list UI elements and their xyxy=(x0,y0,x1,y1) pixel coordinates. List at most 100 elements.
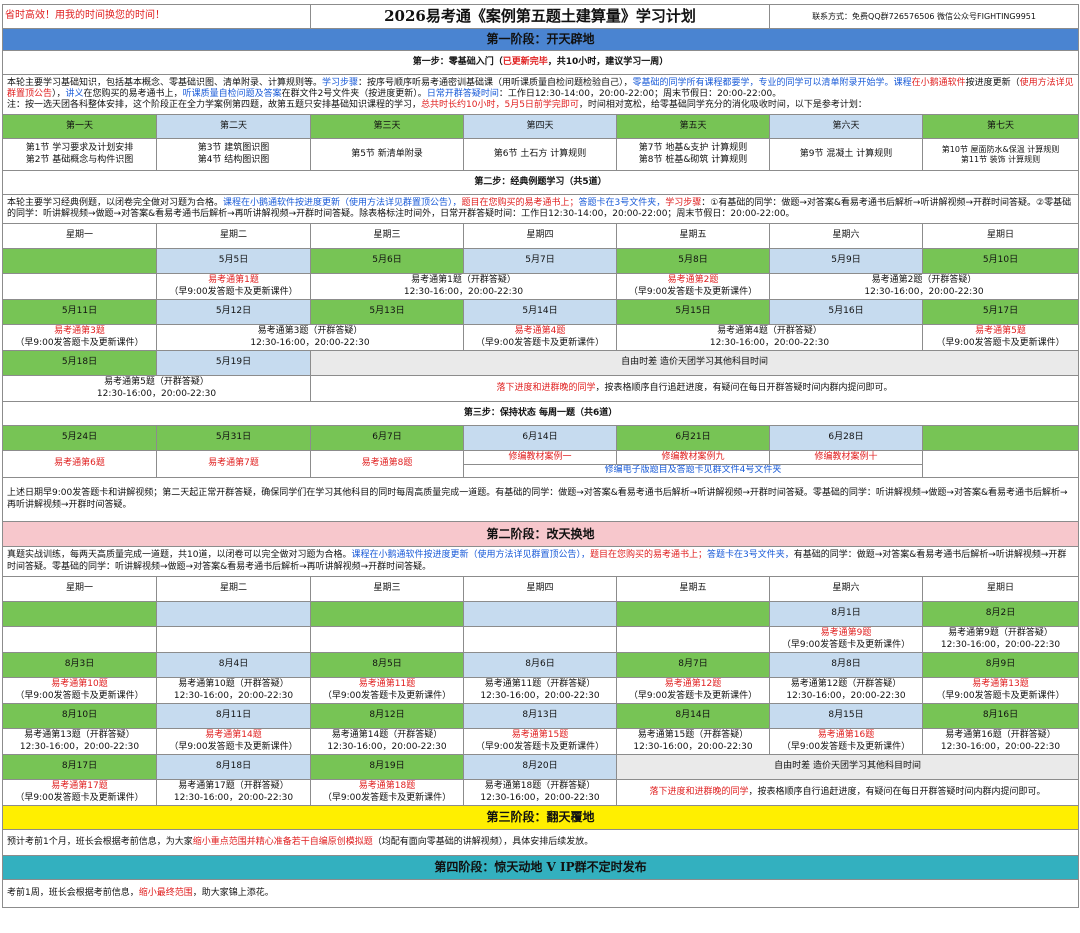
task-cell: 易考通第10题 （早9:00发答题卡及更新课件） xyxy=(2,677,157,704)
task-cell: 易考通第18题 （早9:00发答题卡及更新课件） xyxy=(310,779,464,806)
task-cell: 易考通第16题（开群答疑） 12:30-16:00，20:00-22:30 xyxy=(922,728,1080,755)
lesson-cell: 第9节 混凝土 计算规则 xyxy=(769,138,924,171)
date-cell: 6月28日 xyxy=(769,425,924,451)
date-cell: 8月7日 xyxy=(615,652,771,678)
lesson-cell: 第3节 建筑图识图 第4节 结构图识图 xyxy=(156,138,311,171)
day-header: 第一天 xyxy=(2,114,157,139)
lesson-cell: 第1节 学习要求及计划安排 第2节 基础概念与构件识图 xyxy=(2,138,157,171)
task-cell: 易考通第1题 （早9:00发答题卡及更新课件） xyxy=(156,273,311,300)
empty-cell xyxy=(310,626,464,653)
task-cell: 易考通第15题 （早9:00发答题卡及更新课件） xyxy=(463,728,617,755)
date-cell: 5月16日 xyxy=(769,299,924,325)
lesson-cell: 第7节 地基&支护 计算规则 第8节 桩基&砌筑 计算规则 xyxy=(615,138,771,171)
date-cell xyxy=(310,601,464,627)
empty-cell xyxy=(2,273,157,300)
stage1-description: 本轮主要学习基础知识，包括基本概念、零基础识图、清单附录、计算规则等。学习步骤：… xyxy=(1,74,1080,115)
date-cell: 8月11日 xyxy=(156,703,311,729)
task-cell: 易考通第3题（开群答疑） 12:30-16:00，20:00-22:30 xyxy=(156,324,464,351)
date-cell xyxy=(2,601,157,627)
date-cell: 5月10日 xyxy=(922,248,1080,274)
day-header: 第二天 xyxy=(156,114,311,139)
empty-cell xyxy=(615,626,771,653)
date-cell: 8月9日 xyxy=(922,652,1080,678)
weekday-header: 星期日 xyxy=(922,576,1080,602)
day-header: 第六天 xyxy=(769,114,924,139)
date-cell: 5月13日 xyxy=(310,299,464,325)
stage2-header: 第二阶段：改天换地 xyxy=(1,521,1080,547)
task-cell: 易考通第7题 xyxy=(156,450,311,478)
task-cell: 易考通第3题 （早9:00发答题卡及更新课件） xyxy=(2,324,157,351)
task-cell: 易考通第11题 （早9:00发答题卡及更新课件） xyxy=(310,677,464,704)
weekday-header: 星期四 xyxy=(463,576,617,602)
stage4-description: 考前1周，班长会根据考前信息，缩小最终范围，助大家锦上添花。 xyxy=(1,879,1080,908)
weekday-header: 星期五 xyxy=(615,576,771,602)
catch-up-note: 落下进度和进群晚的同学，按表格顺序自行追赶进度，有疑问在每日开群答疑时间内群内提… xyxy=(309,375,1080,402)
day-header: 第四天 xyxy=(463,114,617,139)
task-cell: 易考通第2题 （早9:00发答题卡及更新课件） xyxy=(615,273,771,300)
slogan: 省时高效！用我的时间换您的时间！ xyxy=(2,4,311,29)
step3-title: 第三步：保持状态 每周一题（共6道） xyxy=(1,401,1080,426)
date-cell: 8月15日 xyxy=(769,703,924,729)
stage3-header: 第三阶段：翻天覆地 xyxy=(1,805,1080,830)
date-cell: 8月13日 xyxy=(463,703,617,729)
date-cell: 5月12日 xyxy=(156,299,311,325)
task-cell: 易考通第17题 （早9:00发答题卡及更新课件） xyxy=(2,779,157,806)
task-cell: 易考通第13题（开群答疑） 12:30-16:00，20:00-22:30 xyxy=(2,728,157,755)
date-cell: 5月5日 xyxy=(156,248,311,274)
task-cell: 修编教材案例十 xyxy=(769,450,924,465)
step1-title: 第一步：零基础入门（已更新完毕，共10小时，建议学习一周） xyxy=(1,50,1080,75)
contact-info: 联系方式：免费QQ群726576506 微信公众号FIGHTING9951 xyxy=(769,4,1080,29)
weekday-header: 星期六 xyxy=(769,576,924,602)
task-cell: 易考通第10题（开群答疑） 12:30-16:00，20:00-22:30 xyxy=(156,677,311,704)
page-title: 2026易考通《案例第五题土建算量》学习计划 xyxy=(309,4,771,29)
date-cell: 8月19日 xyxy=(310,754,464,780)
empty-cell xyxy=(2,626,157,653)
date-cell: 8月20日 xyxy=(463,754,617,780)
task-cell: 易考通第4题（开群答疑） 12:30-16:00，20:00-22:30 xyxy=(615,324,924,351)
task-cell: 易考通第4题 （早9:00发答题卡及更新课件） xyxy=(463,324,617,351)
empty-cell xyxy=(156,626,311,653)
task-cell: 修编教材案例九 xyxy=(615,450,771,465)
revised-note: 修编电子版题目及答题卡见群文件4号文件夹 xyxy=(462,464,924,478)
catch-up-note: 落下进度和进群晚的同学，按表格顺序自行追赶进度，有疑问在每日开群答疑时间内群内提… xyxy=(615,779,1080,806)
step2-description: 本轮主要学习经典例题，以闭卷完全做对习题为合格。课程在小鹅通软件按进度更新（使用… xyxy=(1,194,1080,224)
date-cell: 5月9日 xyxy=(769,248,924,274)
weekday-header: 星期一 xyxy=(2,576,157,602)
task-cell: 易考通第12题 （早9:00发答题卡及更新课件） xyxy=(615,677,771,704)
date-cell: 5月8日 xyxy=(615,248,771,274)
lesson-cell: 第10节 屋面防水&保温 计算规则 第11节 装饰 计算规则 xyxy=(922,138,1080,171)
date-cell: 8月4日 xyxy=(156,652,311,678)
date-cell: 8月12日 xyxy=(310,703,464,729)
date-cell: 6月21日 xyxy=(615,425,771,451)
date-cell: 5月7日 xyxy=(463,248,617,274)
task-cell: 易考通第1题（开群答疑） 12:30-16:00，20:00-22:30 xyxy=(310,273,617,300)
weekday-header: 星期三 xyxy=(310,576,464,602)
task-cell: 易考通第6题 xyxy=(2,450,157,478)
date-cell: 8月16日 xyxy=(922,703,1080,729)
date-cell: 5月19日 xyxy=(156,350,311,376)
date-cell xyxy=(156,601,311,627)
task-cell: 易考通第2题（开群答疑） 12:30-16:00，20:00-22:30 xyxy=(769,273,1080,300)
task-cell: 易考通第5题（开群答疑） 12:30-16:00，20:00-22:30 xyxy=(2,375,311,402)
date-cell: 5月14日 xyxy=(463,299,617,325)
date-cell: 8月10日 xyxy=(2,703,157,729)
task-cell: 易考通第16题 （早9:00发答题卡及更新课件） xyxy=(769,728,924,755)
step2-title: 第二步：经典例题学习（共5道） xyxy=(1,170,1080,195)
weekday-header: 星期六 xyxy=(769,223,924,249)
date-cell: 8月3日 xyxy=(2,652,157,678)
weekday-header: 星期二 xyxy=(156,223,311,249)
free-time-cell: 自由时差 造价天团学习其他科目时间 xyxy=(615,754,1080,780)
task-cell: 易考通第14题（开群答疑） 12:30-16:00，20:00-22:30 xyxy=(310,728,464,755)
date-cell: 8月1日 xyxy=(769,601,924,627)
date-cell: 8月5日 xyxy=(310,652,464,678)
task-cell: 易考通第15题（开群答疑） 12:30-16:00，20:00-22:30 xyxy=(615,728,771,755)
empty-cell xyxy=(922,450,1080,478)
date-cell: 8月2日 xyxy=(922,601,1080,627)
task-cell: 修编教材案例一 xyxy=(463,450,617,465)
date-cell xyxy=(922,425,1080,451)
task-cell: 易考通第9题 （早9:00发答题卡及更新课件） xyxy=(769,626,924,653)
date-cell xyxy=(615,601,771,627)
date-cell: 8月8日 xyxy=(769,652,924,678)
date-cell: 8月17日 xyxy=(2,754,157,780)
task-cell: 易考通第14题 （早9:00发答题卡及更新课件） xyxy=(156,728,311,755)
